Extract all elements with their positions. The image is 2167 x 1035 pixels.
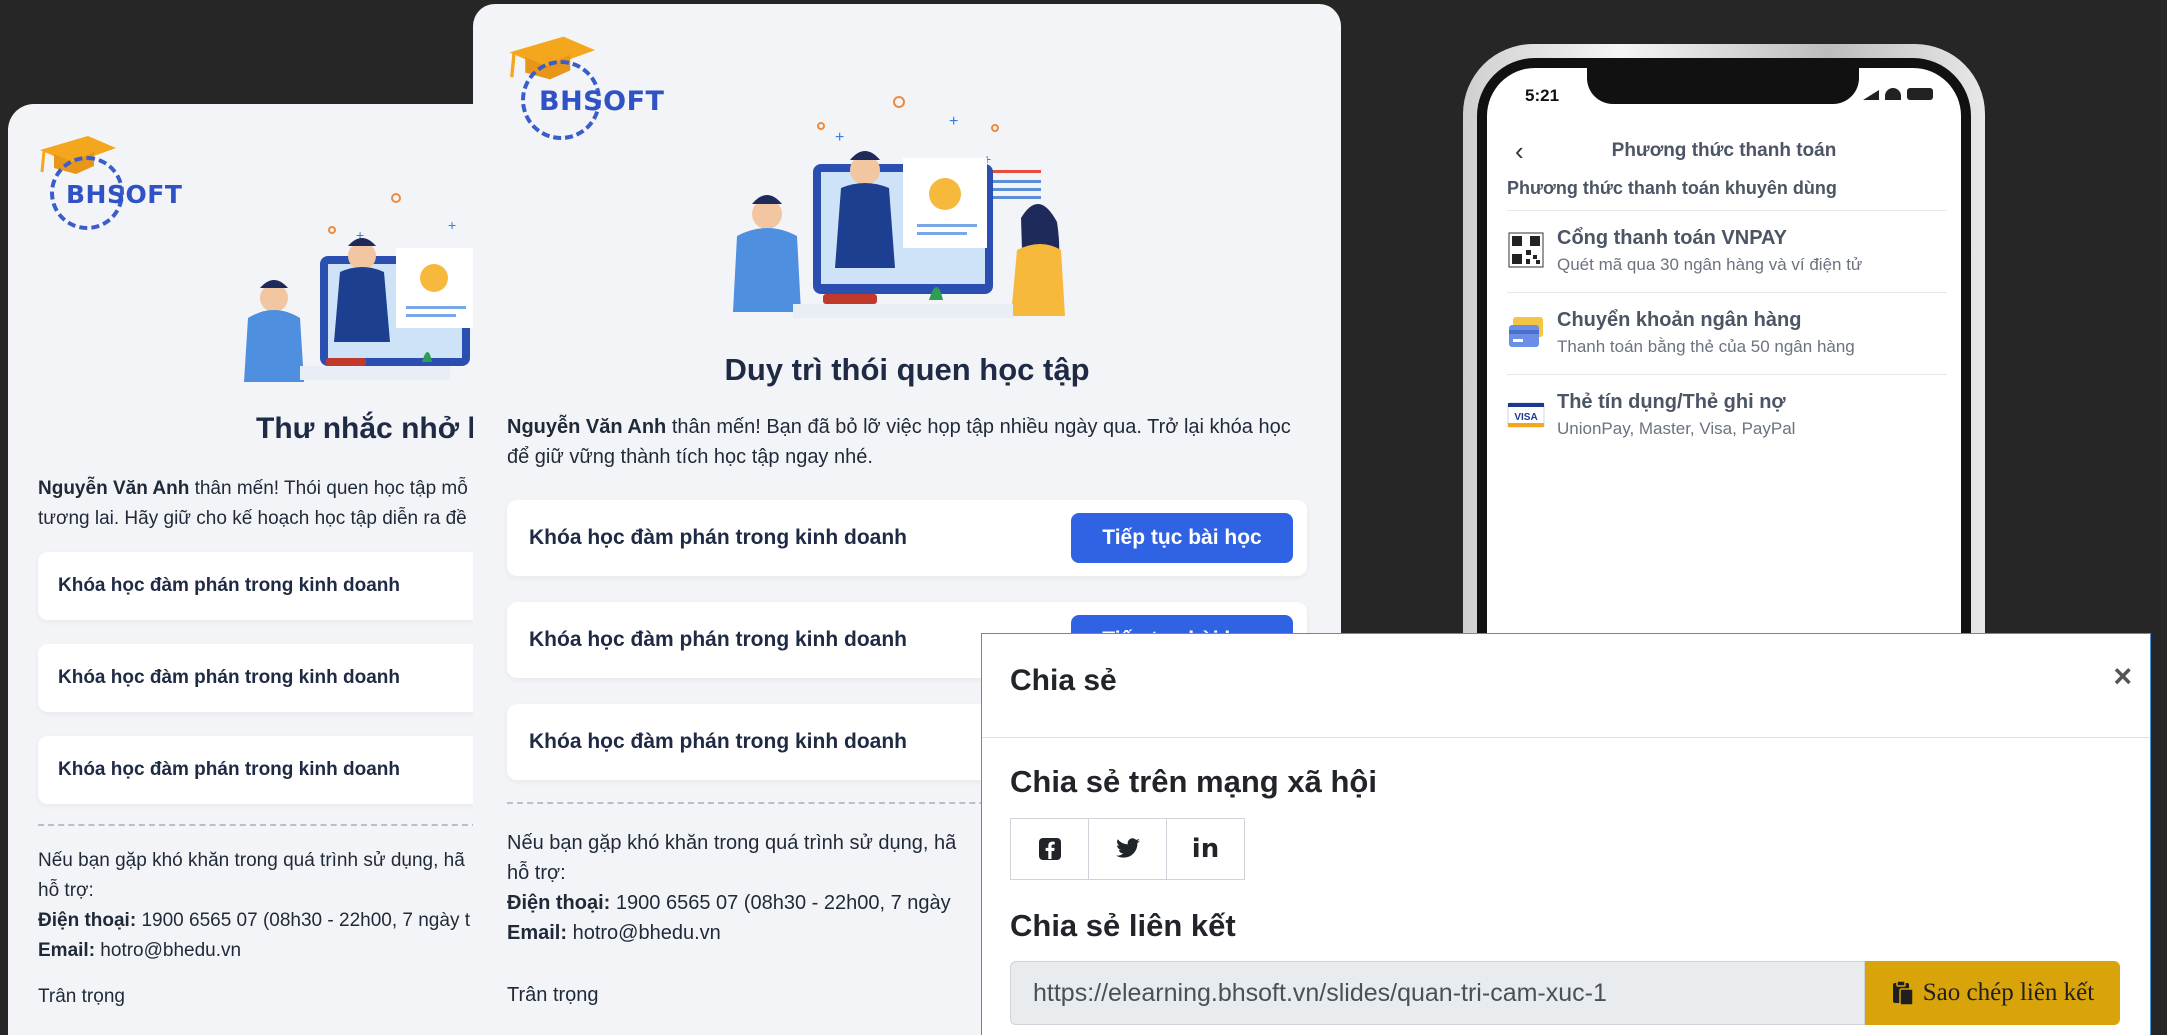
bhsoft-logo: BHSOFT	[505, 32, 665, 142]
help-line1: Nếu bạn gặp khó khăn trong quá trình sử …	[38, 850, 465, 871]
help-line1: Nếu bạn gặp khó khăn trong quá trình sử …	[507, 832, 957, 854]
bhsoft-logo: BHSOFT	[36, 132, 186, 232]
course-row[interactable]: Khóa học đàm phán trong kinh doanh	[38, 644, 473, 712]
share-link-input[interactable]	[1010, 961, 1865, 1025]
email-intro: Nguyễn Văn Anh thân mến! Bạn đã bỏ lỡ vi…	[507, 412, 1317, 472]
logo-wordmark: BHSOFT	[539, 86, 665, 117]
continue-lesson-button[interactable]: Tiếp tục bài học	[1071, 513, 1293, 563]
intro-text-line1: thân mến! Thói quen học tập mỗ	[189, 478, 468, 499]
payment-method-desc: UnionPay, Master, Visa, PayPal	[1557, 419, 1796, 438]
svg-text:+: +	[448, 217, 456, 233]
signal-icon	[1863, 90, 1879, 100]
social-buttons: in	[1010, 818, 1245, 880]
payment-method-name: Chuyển khoản ngân hàng	[1557, 309, 1802, 331]
modal-title: Chia sẻ	[1010, 664, 1117, 697]
email-link[interactable]: hotro@bhedu.vn	[567, 922, 721, 944]
course-row: Khóa học đàm phán trong kinh doanh Tiếp …	[507, 500, 1307, 576]
wifi-icon	[1885, 88, 1901, 100]
payment-method-vnpay[interactable]: Cổng thanh toán VNPAY Quét mã qua 30 ngâ…	[1507, 210, 1947, 292]
email-intro: Nguyễn Văn Anh thân mến! Thói quen học t…	[38, 474, 473, 534]
visa-card-icon: VISA	[1507, 402, 1545, 428]
intro-text-line2: tương lai. Hãy giữ cho kế hoạch học tập …	[38, 508, 467, 529]
share-link-group: Sao chép liên kết	[1010, 961, 2120, 1025]
help-line2: hỗ trợ:	[507, 862, 566, 884]
phone-label: Điện thoại:	[507, 892, 611, 914]
course-name: Khóa học đàm phán trong kinh doanh	[58, 575, 400, 596]
battery-icon	[1907, 88, 1933, 100]
logo-wordmark: BHSOFT	[66, 180, 183, 209]
twitter-icon	[1115, 838, 1140, 858]
help-text: Nếu bạn gặp khó khăn trong quá trình sử …	[38, 846, 470, 966]
visa-text: VISA	[1514, 412, 1537, 423]
social-share-title: Chia sẻ trên mạng xã hội	[1010, 764, 1377, 799]
course-name: Khóa học đàm phán trong kinh doanh	[529, 628, 907, 651]
signoff: Trân trọng	[38, 986, 125, 1007]
bank-card-icon	[1509, 317, 1543, 347]
payment-method-name: Thẻ tín dụng/Thẻ ghi nợ	[1557, 391, 1786, 413]
phone-value: 1900 6565 07 (08h30 - 22h00, 7 ngày	[610, 892, 951, 914]
email-title: Duy trì thói quen học tập	[724, 352, 1090, 387]
share-link-title: Chia sẻ liên kết	[1010, 908, 1236, 943]
email-link[interactable]: hotro@bhedu.vn	[95, 940, 241, 961]
section-label: Phương thức thanh toán khuyên dùng	[1507, 178, 1837, 198]
help-line2: hỗ trợ:	[38, 880, 94, 901]
status-time: 5:21	[1525, 86, 1560, 105]
phone-label: Điện thoại:	[38, 910, 137, 931]
modal-header: Chia sẻ ×	[982, 634, 2150, 738]
course-row[interactable]: Khóa học đàm phán trong kinh doanh	[38, 736, 473, 804]
course-name: Khóa học đàm phán trong kinh doanh	[58, 667, 400, 688]
phone-value: 1900 6565 07 (08h30 - 22h00, 7 ngày t	[136, 910, 470, 931]
share-linkedin-button[interactable]: in	[1166, 818, 1245, 880]
email-title: Thư nhắc nhở học	[256, 412, 473, 445]
payment-method-bank-transfer[interactable]: Chuyển khoản ngân hàng Thanh toán bằng t…	[1507, 292, 1947, 374]
payment-method-desc: Thanh toán bằng thẻ của 50 ngân hàng	[1557, 337, 1855, 356]
screen-title: Phương thức thanh toán	[1611, 140, 1837, 161]
course-name: Khóa học đàm phán trong kinh doanh	[529, 730, 907, 753]
close-icon[interactable]: ×	[2113, 660, 2132, 692]
app-header: ‹ Phương thức thanh toán	[1487, 134, 1961, 174]
payment-method-name: Cổng thanh toán VNPAY	[1557, 227, 1787, 249]
clipboard-icon	[1892, 980, 1914, 1006]
email-label: Email:	[507, 922, 568, 944]
teacher-illustration: + +	[244, 193, 473, 382]
recipient-name: Nguyễn Văn Anh	[38, 478, 190, 499]
signoff: Trân trọng	[507, 984, 599, 1006]
copy-link-label: Sao chép liên kết	[1922, 979, 2095, 1006]
payment-method-credit-card[interactable]: VISA Thẻ tín dụng/Thẻ ghi nợ UnionPay, M…	[1507, 374, 1947, 456]
svg-text:+: +	[949, 113, 958, 130]
share-modal: Chia sẻ × Chia sẻ trên mạng xã hội in Ch…	[981, 633, 2151, 1035]
phone-notch	[1587, 68, 1859, 104]
classroom-illustration: + + +	[733, 96, 1065, 318]
divider	[38, 824, 473, 826]
linkedin-icon: in	[1191, 834, 1220, 864]
course-row[interactable]: Khóa học đàm phán trong kinh doanh	[38, 552, 473, 620]
email-card-reminder: BHSOFT + + Thư nhắc nhở học Nguyễn Văn A…	[8, 104, 473, 1035]
help-text: Nếu bạn gặp khó khăn trong quá trình sử …	[507, 828, 956, 948]
copy-link-button[interactable]: Sao chép liên kết	[1865, 961, 2120, 1025]
payment-method-desc: Quét mã qua 30 ngân hàng và ví điện tử	[1557, 255, 1863, 274]
course-name: Khóa học đàm phán trong kinh doanh	[529, 526, 907, 549]
email-label: Email:	[38, 940, 96, 961]
facebook-icon	[1038, 838, 1061, 860]
course-name: Khóa học đàm phán trong kinh doanh	[58, 759, 400, 780]
svg-text:+: +	[835, 129, 844, 146]
share-twitter-button[interactable]	[1088, 818, 1167, 880]
recipient-name: Nguyễn Văn Anh	[507, 416, 667, 438]
qr-code-icon	[1508, 232, 1544, 268]
share-facebook-button[interactable]	[1010, 818, 1089, 880]
status-icons	[1863, 88, 1933, 100]
